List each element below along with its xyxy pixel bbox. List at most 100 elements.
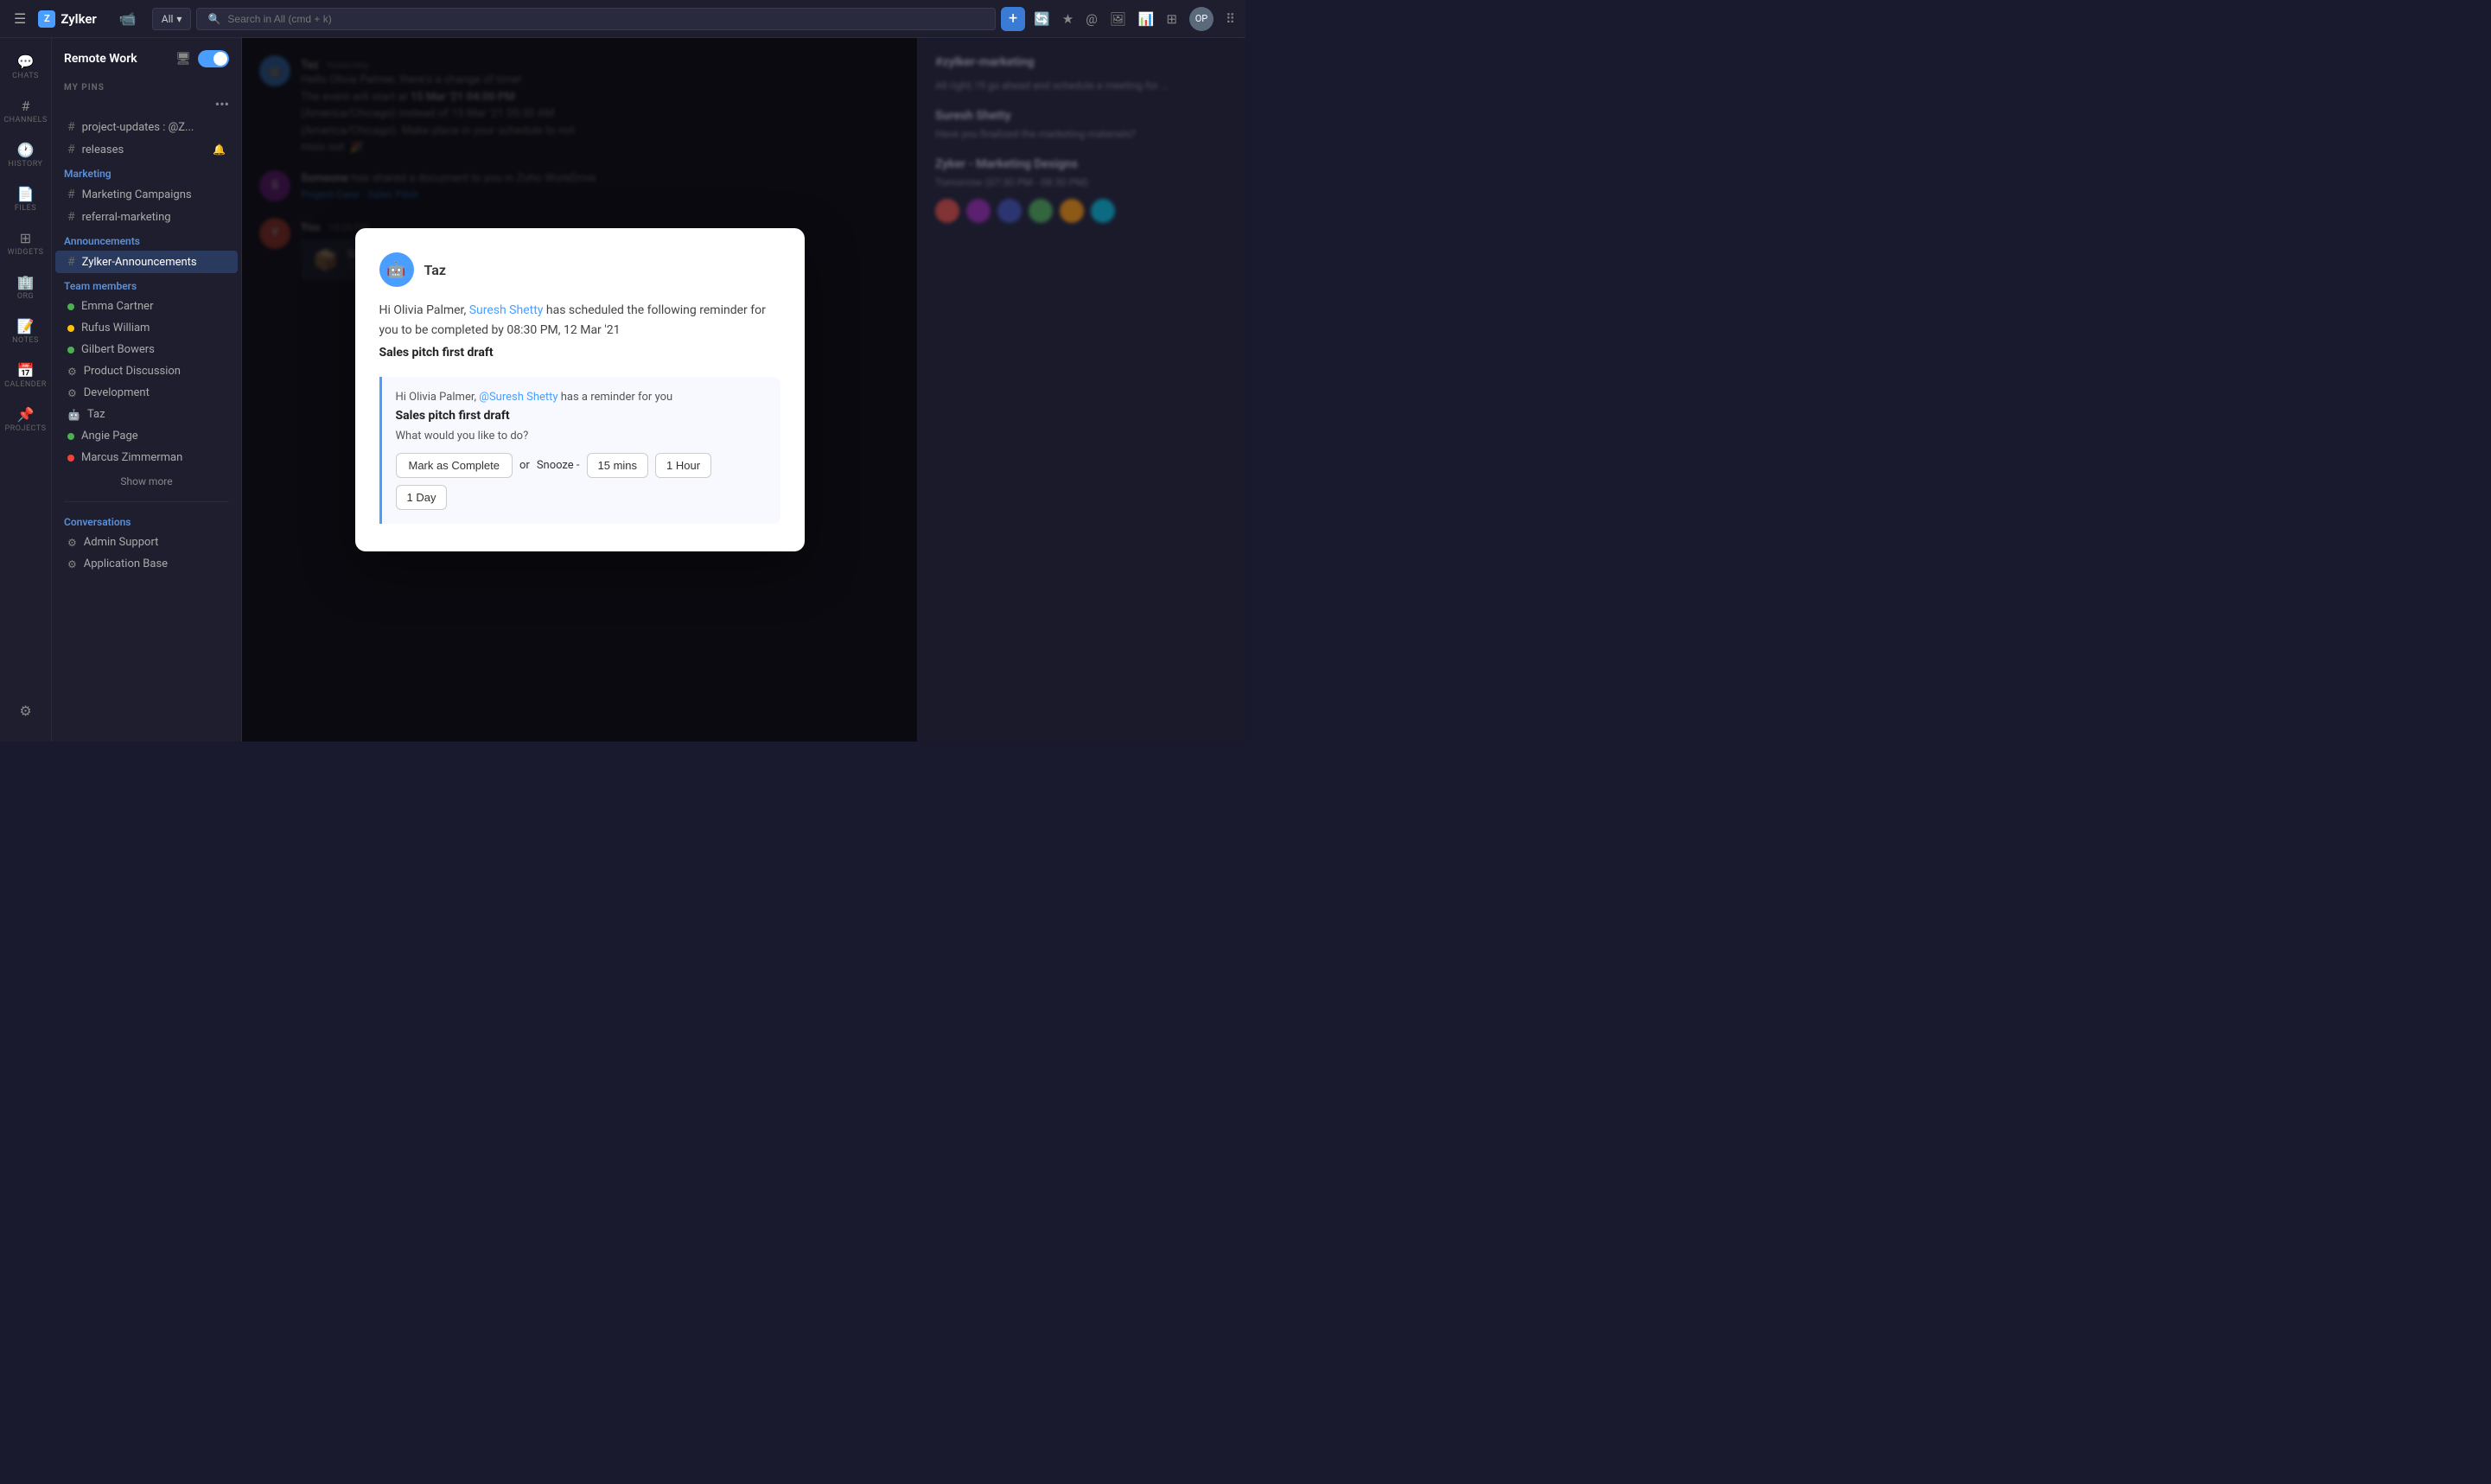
conv-admin-support[interactable]: ⚙ Admin Support <box>55 532 238 553</box>
attendee-avatar <box>1060 199 1084 223</box>
team-gilbert[interactable]: Gilbert Bowers <box>55 339 238 360</box>
image-icon[interactable]: 🖼 <box>1110 11 1126 27</box>
conv-icon: ⚙ <box>67 558 77 570</box>
sidebar-item-history[interactable]: 🕐 HISTORY <box>3 135 48 175</box>
right-panel: #zylker-marketing All right; I'll go ahe… <box>917 38 1246 742</box>
section-marketing: Marketing <box>52 161 241 183</box>
refresh-icon[interactable]: 🔄 <box>1034 11 1050 27</box>
channel-marketing-campaigns[interactable]: # Marketing Campaigns <box>55 183 238 206</box>
org-icon: 🏢 <box>17 274 35 290</box>
sidebar-item-notes[interactable]: 📝 NOTES <box>3 311 48 352</box>
monitor-icon[interactable]: 🖥 <box>175 52 191 66</box>
settings-button[interactable]: ⚙ <box>3 696 48 726</box>
bot-icon: 🤖 <box>67 409 80 421</box>
team-development[interactable]: ⚙ Development <box>55 382 238 404</box>
search-icon: 🔍 <box>207 13 220 25</box>
status-dot-green <box>67 433 74 440</box>
menu-icon[interactable]: ☰ <box>10 7 29 30</box>
add-button[interactable]: + <box>1001 7 1025 31</box>
main-layout: 💬 CHATS # CHANNELS 🕐 HISTORY 📄 FILES ⊞ W… <box>0 38 1246 742</box>
widgets-label: WIDGETS <box>8 248 44 257</box>
status-dot-yellow <box>67 325 74 332</box>
search-input[interactable] <box>227 13 984 25</box>
sidebar-icons: 💬 CHATS # CHANNELS 🕐 HISTORY 📄 FILES ⊞ W… <box>0 38 52 742</box>
app-name: Zylker <box>61 11 96 27</box>
mark-complete-button[interactable]: Mark as Complete <box>396 453 513 478</box>
search-box[interactable]: 🔍 <box>196 8 996 30</box>
sidebar-item-chats[interactable]: 💬 CHATS <box>3 47 48 87</box>
or-text: or <box>519 459 530 472</box>
attendee-avatar <box>997 199 1022 223</box>
star-icon[interactable]: ★ <box>1062 11 1073 27</box>
snooze-1day-button[interactable]: 1 Day <box>396 485 448 510</box>
pin-releases[interactable]: # releases 🔔 <box>55 138 238 161</box>
contact-section: Suresh Shetty Have you finalized the mar… <box>935 109 1228 140</box>
topbar: ☰ Z Zylker 📹 All ▾ 🔍 + 🔄 ★ @ 🖼 📊 ⊞ OP ⠿ <box>0 0 1246 38</box>
show-more-button[interactable]: Show more <box>52 468 241 494</box>
chart-icon[interactable]: 📊 <box>1138 11 1155 27</box>
team-marcus[interactable]: Marcus Zimmerman <box>55 447 238 468</box>
search-area: All ▾ 🔍 + <box>152 7 1025 31</box>
toggle-switch[interactable] <box>198 50 229 67</box>
meeting-time: Tomorrow (07:30 PM - 08:30 PM) <box>935 176 1228 188</box>
sidebar-item-calendar[interactable]: 📅 CALENDER <box>3 355 48 396</box>
section-conversations: Conversations <box>52 509 241 532</box>
sidebar-item-projects[interactable]: 📌 PROJECTS <box>3 399 48 440</box>
attendee-avatar <box>966 199 991 223</box>
team-rufus[interactable]: Rufus William <box>55 317 238 339</box>
modal: 🤖 Taz Hi Olivia Palmer, Suresh Shetty ha… <box>355 228 805 551</box>
modal-body: Hi Olivia Palmer, Suresh Shetty has sche… <box>379 301 780 362</box>
sidebar-item-org[interactable]: 🏢 ORG <box>3 267 48 308</box>
modal-link-name[interactable]: Suresh Shetty <box>469 303 544 317</box>
files-label: FILES <box>15 204 36 213</box>
modal-header: 🤖 Taz <box>379 252 780 287</box>
channel-zylker-announcements[interactable]: # Zylker-Announcements <box>55 251 238 273</box>
at-mention[interactable]: @Suresh Shetty <box>479 391 557 404</box>
user-avatar[interactable]: OP <box>1189 7 1214 31</box>
modal-bot-avatar: 🤖 <box>379 252 414 287</box>
search-scope-dropdown[interactable]: All ▾ <box>152 8 192 30</box>
camera-icon[interactable]: 📹 <box>112 7 143 30</box>
workspace-title: Remote Work <box>64 52 137 66</box>
channel-referral-marketing[interactable]: # referral-marketing <box>55 206 238 228</box>
sidebar-item-files[interactable]: 📄 FILES <box>3 179 48 220</box>
meeting-title: Zyker - Marketing Designs <box>935 157 1228 171</box>
section-my-pins: My Pins <box>52 74 241 96</box>
pins-more-icon[interactable]: ••• <box>215 96 229 112</box>
files-icon: 📄 <box>17 186 35 202</box>
reminder-inner-title: Sales pitch first draft <box>396 409 767 423</box>
sidebar-item-channels[interactable]: # CHANNELS <box>3 91 48 131</box>
modal-sender-name: Taz <box>424 262 446 278</box>
status-dot-green <box>67 303 74 310</box>
status-dot-green <box>67 347 74 353</box>
section-announcements: Announcements <box>52 228 241 251</box>
main-content: 🤖 Taz Yesterday Hello Olivia Palmer, the… <box>242 38 917 742</box>
modal-reminder-title: Sales pitch first draft <box>379 343 780 362</box>
reminder-question: What would you like to do? <box>396 430 767 443</box>
conv-application-base[interactable]: ⚙ Application Base <box>55 553 238 575</box>
mention-icon[interactable]: @ <box>1086 11 1097 27</box>
group-icon: ⚙ <box>67 366 77 378</box>
group-icon: ⚙ <box>67 387 77 399</box>
team-angie[interactable]: Angie Page <box>55 425 238 447</box>
snooze-15min-button[interactable]: 15 mins <box>587 453 649 478</box>
all-right-message: All right; I'll go ahead and schedule a … <box>935 80 1228 92</box>
history-icon: 🕐 <box>17 142 35 158</box>
divider <box>64 501 229 502</box>
team-taz[interactable]: 🤖 Taz <box>55 404 238 425</box>
pin-project-updates[interactable]: # project-updates : @Z... <box>55 116 238 138</box>
snooze-1hour-button[interactable]: 1 Hour <box>655 453 711 478</box>
contact-question: Have you finalized the marketing materia… <box>935 128 1228 140</box>
attendee-avatar <box>1029 199 1053 223</box>
sidebar-item-widgets[interactable]: ⊞ WIDGETS <box>3 223 48 264</box>
modal-reminder-box: Hi Olivia Palmer, @Suresh Shetty has a r… <box>379 377 780 524</box>
calendar-icon: 📅 <box>17 362 35 379</box>
logo-icon: Z <box>38 10 55 28</box>
chats-label: CHATS <box>12 72 39 80</box>
team-emma[interactable]: Emma Cartner <box>55 296 238 317</box>
grid-icon[interactable]: ⊞ <box>1166 11 1177 27</box>
team-product-discussion[interactable]: ⚙ Product Discussion <box>55 360 238 382</box>
chats-icon: 💬 <box>17 54 35 70</box>
apps-icon[interactable]: ⠿ <box>1226 11 1235 27</box>
snooze-text: Snooze - <box>537 459 580 472</box>
